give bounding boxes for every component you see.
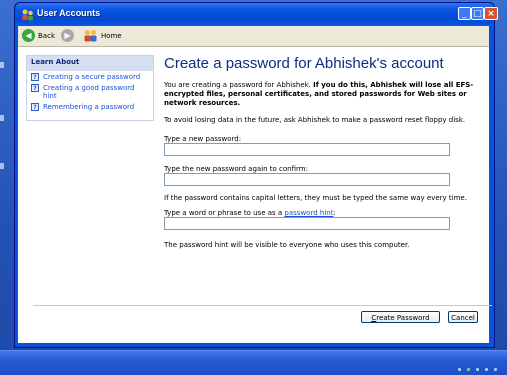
user-accounts-icon <box>22 9 33 21</box>
button-separator <box>33 305 492 306</box>
page-title: Create a password for Abhishek's account <box>164 55 444 72</box>
hint-visibility-note: The password hint will be visible to eve… <box>164 241 410 249</box>
create-password-button[interactable]: Create Password <box>361 311 440 323</box>
help-icon: ? <box>31 103 39 111</box>
home-users-icon <box>84 30 97 42</box>
back-button[interactable]: ◀ Back <box>22 29 55 42</box>
maximize-button[interactable]: □ <box>471 7 484 20</box>
window-client-area: ◀ Back ▶ Home Learn About ? Creating a s… <box>18 26 492 343</box>
confirm-password-group: Type the new password again to confirm: <box>164 165 480 186</box>
confirm-password-label: Type the new password again to confirm: <box>164 165 308 173</box>
learn-about-panel: Learn About ? Creating a secure password… <box>26 55 154 121</box>
efs-warning: You are creating a password for Abhishek… <box>164 81 480 108</box>
password-hint-group: Type a word or phrase to use as a passwo… <box>164 209 480 230</box>
new-password-group: Type a new password: <box>164 135 480 156</box>
sidebar-item-secure-password[interactable]: ? Creating a secure password <box>27 71 153 82</box>
main-panel: Learn About ? Creating a secure password… <box>18 47 492 343</box>
close-button[interactable]: × <box>484 7 498 20</box>
taskbar <box>0 350 507 375</box>
desktop-edge-mark <box>0 62 4 68</box>
home-label: Home <box>101 31 122 40</box>
sidebar-item-good-hint[interactable]: ? Creating a good password hint <box>27 82 153 101</box>
navigation-toolbar: ◀ Back ▶ Home <box>18 26 489 47</box>
sidebar-link[interactable]: Creating a secure password <box>43 73 140 81</box>
window-title: User Accounts <box>37 8 101 18</box>
back-label: Back <box>38 31 55 40</box>
system-tray <box>458 368 497 371</box>
tray-icon[interactable] <box>485 368 488 371</box>
sidebar-link[interactable]: Remembering a password <box>43 103 134 111</box>
reset-disk-note: To avoid losing data in the future, ask … <box>164 116 466 124</box>
password-hint-link[interactable]: password hint <box>284 209 333 217</box>
password-hint-input[interactable] <box>164 217 450 230</box>
desktop-edge-mark <box>0 115 4 121</box>
minimize-button[interactable]: _ <box>458 7 471 20</box>
desktop-edge-mark <box>0 163 4 169</box>
hint-label-prefix: Type a word or phrase to use as a <box>164 209 283 217</box>
sidebar-link[interactable]: Creating a good password hint <box>43 84 149 100</box>
help-icon: ? <box>31 73 39 81</box>
new-password-label: Type a new password: <box>164 135 242 143</box>
learn-about-header: Learn About <box>27 56 153 71</box>
intro-text: You are creating a password for Abhishek… <box>164 81 311 89</box>
forward-button[interactable]: ▶ <box>61 29 74 42</box>
home-button[interactable]: Home <box>83 29 122 42</box>
capital-letters-note: If the password contains capital letters… <box>164 194 467 202</box>
hint-label-suffix: : <box>333 209 336 217</box>
back-arrow-icon: ◀ <box>22 29 35 42</box>
sidebar-item-remembering[interactable]: ? Remembering a password <box>27 101 153 112</box>
title-bar[interactable]: User Accounts _ □ × <box>15 3 498 26</box>
tray-icon[interactable] <box>467 368 470 371</box>
password-form: Create a password for Abhishek's account… <box>164 55 480 249</box>
user-accounts-window: User Accounts _ □ × ◀ Back ▶ Home Learn … <box>14 2 498 348</box>
tray-icon[interactable] <box>476 368 479 371</box>
confirm-password-input[interactable] <box>164 173 450 186</box>
password-hint-label: Type a word or phrase to use as a passwo… <box>164 209 480 217</box>
new-password-input[interactable] <box>164 143 450 156</box>
cancel-button[interactable]: Cancel <box>448 311 478 323</box>
help-icon: ? <box>31 84 39 92</box>
tray-icon[interactable] <box>494 368 497 371</box>
forward-arrow-icon: ▶ <box>61 29 74 42</box>
tray-icon[interactable] <box>458 368 461 371</box>
